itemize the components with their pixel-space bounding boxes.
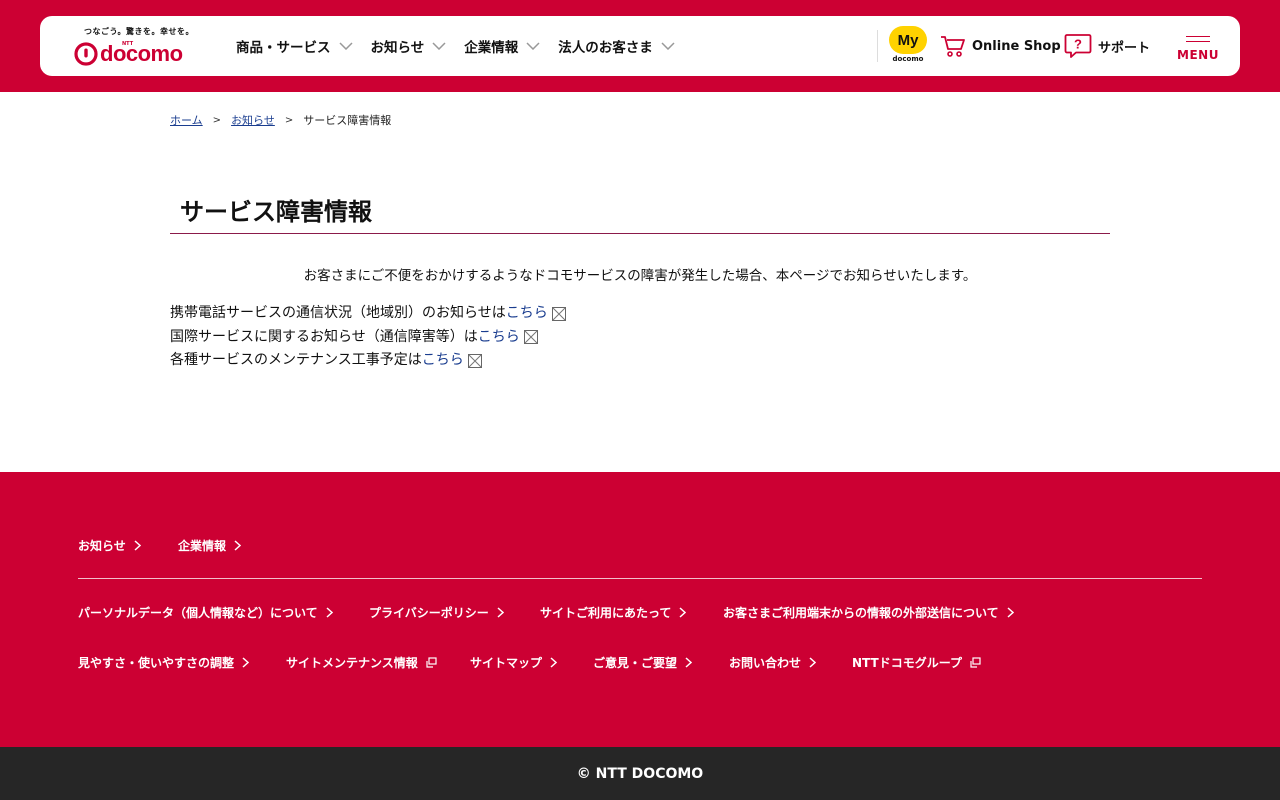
image-placeholder-icon — [467, 353, 482, 368]
chevron-down-icon — [661, 42, 675, 50]
footer-link-label: NTTドコモグループ — [852, 656, 962, 670]
chevron-down-icon — [338, 42, 353, 50]
info-list: 携帯電話サービスの通信状況（地域別）のお知らせは こちら 国際サービスに関するお… — [170, 302, 566, 373]
external-window-icon — [426, 657, 437, 668]
mobile-status-link[interactable]: こちら — [506, 302, 548, 326]
chevron-down-icon — [526, 42, 540, 50]
info-text: 国際サービスに関するお知らせ（通信障害等）は — [170, 328, 478, 345]
nav-label: 法人のお客さま — [558, 40, 653, 56]
svg-text:?: ? — [1074, 37, 1082, 52]
maintenance-schedule-link[interactable]: こちら — [422, 349, 464, 373]
docomo-mark-icon — [74, 42, 98, 66]
external-window-icon — [970, 657, 981, 668]
footer-link-label: 見やすさ・使いやすさの調整 — [78, 656, 235, 670]
chevron-right-icon — [809, 657, 817, 668]
footer-link-privacy-policy[interactable]: プライバシーポリシー — [369, 604, 504, 621]
list-item: 携帯電話サービスの通信状況（地域別）のお知らせは こちら — [170, 302, 566, 326]
breadcrumb-separator: > — [212, 114, 222, 126]
nav-news[interactable]: お知らせ — [371, 36, 447, 56]
menu-button[interactable]: MENU — [1176, 34, 1220, 64]
docomo-logo[interactable]: つなごう。驚きを。幸せを。 NTT docomo — [72, 24, 202, 68]
help-bubble-icon: ? — [1064, 34, 1092, 58]
footer-link-site-maintenance[interactable]: サイトメンテナンス情報 — [286, 654, 437, 671]
nav-corporate-info[interactable]: 企業情報 — [464, 36, 540, 56]
chevron-right-icon — [497, 607, 504, 618]
info-text: 携帯電話サービスの通信状況（地域別）のお知らせは — [170, 305, 506, 321]
footer-link-feedback[interactable]: ご意見・ご要望 — [593, 654, 693, 671]
footer-link-label: ご意見・ご要望 — [593, 656, 678, 670]
copyright-text: © NTT DOCOMO — [576, 765, 704, 782]
chevron-right-icon — [242, 657, 250, 668]
support-link[interactable]: ? サポート — [1064, 16, 1150, 76]
mydocomo-sub: docomo — [892, 55, 924, 63]
shopping-cart-icon — [941, 36, 965, 57]
footer-link-contact[interactable]: お問い合わせ — [729, 654, 817, 671]
title-underline — [170, 233, 1110, 234]
nav-label: お知らせ — [370, 40, 425, 56]
global-nav: 商品・サービス お知らせ 企業情報 法人のお客さま — [236, 16, 693, 76]
footer-link-label: サイトご利用にあたって — [540, 606, 672, 620]
chevron-right-icon — [326, 607, 333, 618]
footer-link-label: プライバシーポリシー — [369, 606, 489, 620]
footer-link-corporate[interactable]: 企業情報 — [178, 537, 242, 554]
footer-link-label: お客さまご利用端末からの情報の外部送信について — [723, 606, 999, 620]
footer-link-label: サイトメンテナンス情報 — [286, 656, 418, 670]
chevron-right-icon — [679, 607, 687, 618]
footer-link-sitemap[interactable]: サイトマップ — [470, 654, 558, 671]
nav-business-customers[interactable]: 法人のお客さま — [558, 36, 675, 56]
footer-link-personal-data[interactable]: パーソナルデータ（個人情報など）について — [78, 604, 333, 621]
global-header: つなごう。驚きを。幸せを。 NTT docomo 商品・サービス お知らせ 企業… — [40, 16, 1240, 76]
image-placeholder-icon — [523, 330, 538, 345]
list-item: 国際サービスに関するお知らせ（通信障害等）は こちら — [170, 326, 566, 350]
breadcrumb-news[interactable]: お知らせ — [231, 112, 275, 128]
intro-text: お客さまにご不便をおかけするようなドコモサービスの障害が発生した場合、本ページで… — [303, 268, 977, 284]
breadcrumb-separator: > — [284, 114, 294, 126]
copyright-bar: © NTT DOCOMO — [0, 747, 1280, 800]
footer-link-site-terms[interactable]: サイトご利用にあたって — [540, 604, 687, 621]
footer-link-ntt-docomo-group[interactable]: NTTドコモグループ — [852, 654, 981, 671]
menu-label: MENU — [1177, 48, 1219, 62]
support-label: サポート — [1098, 40, 1151, 56]
page-title: サービス障害情報 — [180, 198, 372, 226]
chevron-right-icon — [685, 657, 693, 668]
footer-link-label: 企業情報 — [178, 539, 227, 553]
nav-label: 商品・サービス — [236, 40, 331, 56]
chevron-right-icon — [1007, 607, 1014, 618]
image-placeholder-icon — [551, 306, 566, 321]
footer-link-external-transmission[interactable]: お客さまご利用端末からの情報の外部送信について — [723, 604, 1014, 621]
chevron-down-icon — [432, 42, 446, 50]
online-shop-label: Online Shop — [972, 38, 1061, 54]
info-text: 各種サービスのメンテナンス工事予定は — [170, 352, 422, 368]
header-divider — [877, 30, 878, 62]
mydocomo-badge: My — [889, 26, 927, 54]
breadcrumb: ホーム > お知らせ > サービス障害情報 — [170, 112, 391, 128]
mydocomo-button[interactable]: My docomo — [887, 26, 929, 66]
hamburger-icon — [1186, 36, 1210, 46]
logo-tagline: つなごう。驚きを。幸せを。 — [84, 27, 195, 36]
list-item: 各種サービスのメンテナンス工事予定は こちら — [170, 349, 566, 373]
logo-wordmark: docomo — [100, 41, 183, 66]
online-shop-link[interactable]: Online Shop — [940, 16, 1061, 76]
footer-link-label: サイトマップ — [470, 656, 543, 670]
footer-link-label: お問い合わせ — [729, 656, 802, 670]
chevron-right-icon — [550, 657, 558, 668]
international-notice-link[interactable]: こちら — [478, 326, 520, 350]
nav-products-services[interactable]: 商品・サービス — [236, 36, 353, 56]
breadcrumb-home[interactable]: ホーム — [170, 112, 203, 128]
footer-link-news[interactable]: お知らせ — [78, 537, 141, 554]
chevron-right-icon — [234, 540, 242, 551]
footer-divider — [78, 578, 1202, 579]
footer-link-label: パーソナルデータ（個人情報など）について — [78, 606, 318, 620]
nav-label: 企業情報 — [464, 40, 519, 56]
site-footer: お知らせ 企業情報 パーソナルデータ（個人情報など）について プライバシーポリシ… — [0, 472, 1280, 747]
footer-link-accessibility[interactable]: 見やすさ・使いやすさの調整 — [78, 654, 250, 671]
breadcrumb-current: サービス障害情報 — [303, 114, 392, 127]
footer-link-label: お知らせ — [78, 539, 126, 553]
chevron-right-icon — [134, 540, 141, 551]
